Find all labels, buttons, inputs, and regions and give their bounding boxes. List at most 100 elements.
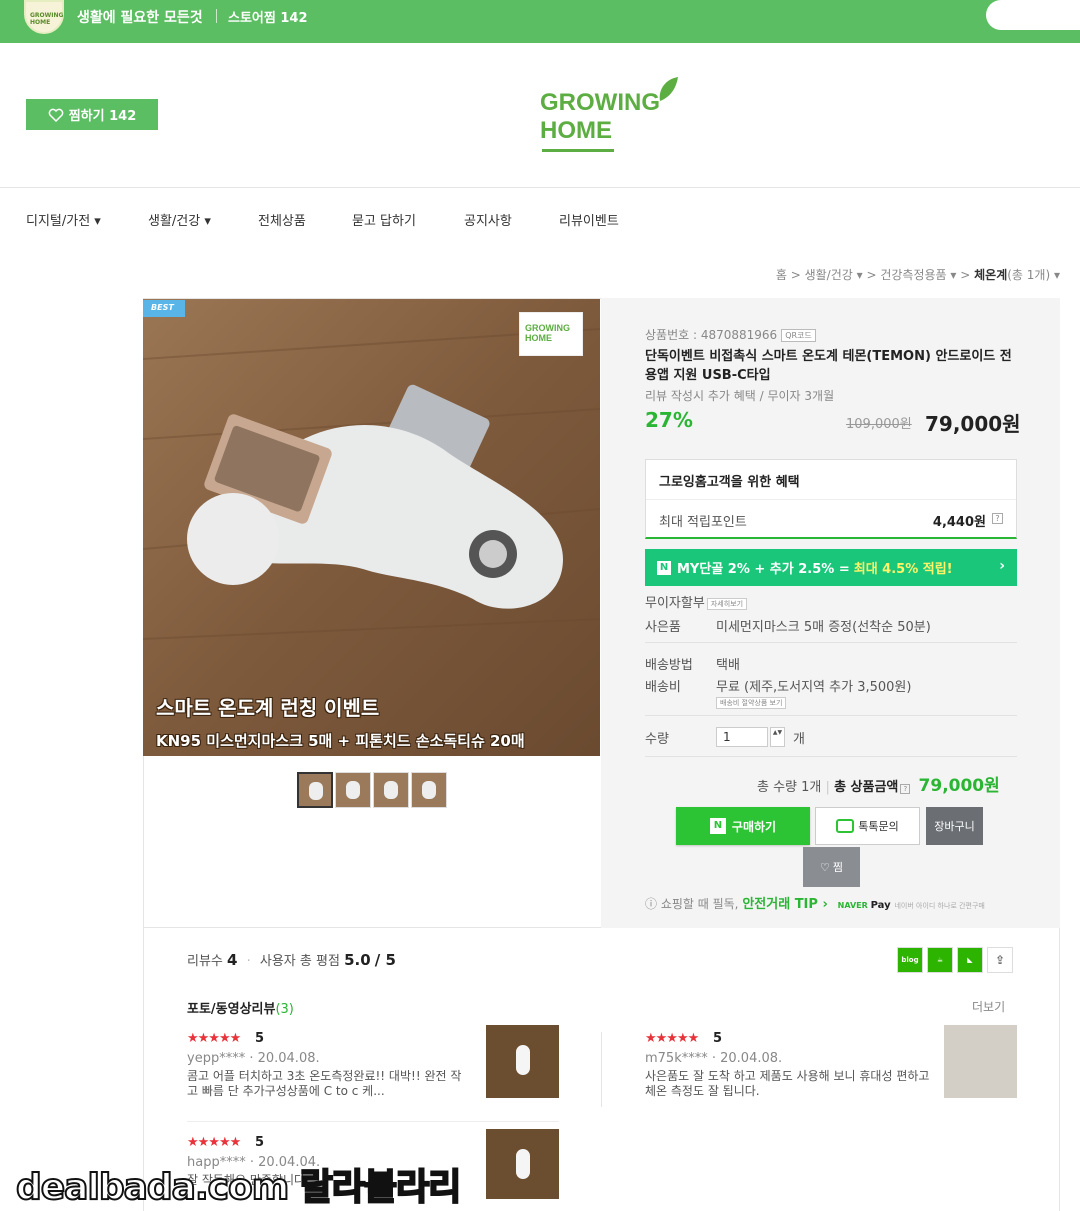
nav-item-digital[interactable]: 디지털/가전 ▾: [26, 210, 101, 229]
product-number: 상품번호 : 4870881966 QR코드: [645, 326, 816, 343]
npay-banner-text: MY단골 2% + 추가 2.5% =: [677, 562, 850, 577]
cafe-share-icon[interactable]: ☕: [927, 947, 953, 973]
store-logo-text: GROWING HOME: [30, 12, 64, 26]
talk-button-label: 톡톡문의: [858, 820, 899, 833]
review-text: 콤고 어플 터치하고 3초 온도측정완료!! 대박!! 완전 작고 빠름 단 추…: [187, 1069, 462, 1098]
installment-label: 무이자할부: [645, 596, 705, 611]
review-photo[interactable]: [944, 1025, 1017, 1098]
divider: [645, 642, 1017, 643]
band-share-icon[interactable]: ◣: [957, 947, 983, 973]
help-icon[interactable]: ?: [900, 784, 911, 794]
heart-icon: ♡: [820, 860, 830, 874]
review-photo[interactable]: [486, 1025, 559, 1098]
store-tagline[interactable]: 생활에 필요한 모든것: [77, 7, 203, 27]
buy-button[interactable]: N 구매하기: [676, 807, 810, 845]
blog-share-icon[interactable]: blog: [897, 947, 923, 973]
quantity-stepper[interactable]: ▲▼: [770, 727, 785, 747]
qty-label: 수량: [645, 732, 669, 747]
store-fav-count[interactable]: 스토어찜 142: [228, 7, 308, 26]
nav-item-living[interactable]: 생활/건강 ▾: [148, 210, 211, 229]
search-input[interactable]: [986, 0, 1080, 30]
breadcrumb-current[interactable]: 체온계: [974, 268, 1007, 282]
points-label: 최대 적립포인트: [659, 515, 747, 530]
review-summary: 리뷰수 4 · 사용자 총 평점 5.0 / 5: [187, 951, 396, 969]
review-item[interactable]: ★★★★★ 5 m75k**** · 20.04.08. 사은품도 잘 도착 하…: [645, 1025, 1017, 1111]
naver-pay-pay: Pay: [870, 900, 891, 911]
wishlist-button[interactable]: ♡ 찜: [803, 847, 860, 887]
thumbnail[interactable]: [411, 772, 447, 808]
review-meta: m75k**** · 20.04.08.: [645, 1051, 783, 1066]
product-number-text: 상품번호 : 4870881966: [645, 328, 778, 342]
ship-method-value: 택배: [716, 658, 740, 673]
share-icons: blog ☕ ◣ ⇪: [897, 947, 1013, 973]
naver-pay-desc: 네이버 아이디 하나로 간편구매: [894, 902, 985, 910]
breadcrumb: 홈 > 생활/건강 ▾ > 건강측정용품 ▾ > 체온계(총 1개) ▾: [775, 268, 1060, 282]
divider: [187, 1121, 559, 1122]
thumbnail[interactable]: [335, 772, 371, 808]
zzim-button[interactable]: 찜하기 142: [26, 99, 158, 130]
rating-label: 사용자 총 평점: [259, 954, 340, 969]
naver-pay-naver: NAVER: [837, 901, 868, 910]
qr-code-button[interactable]: QR코드: [781, 329, 816, 342]
image-brand-logo: GROWING HOME: [519, 312, 583, 356]
ship-fee-row: 배송비 절약상품 보기: [714, 695, 787, 710]
review-score: 5: [713, 1031, 723, 1046]
benefit-box: 그로잉홈고객을 위한 혜택 최대 적립포인트 4,440원 ?: [645, 459, 1017, 539]
nav-item-qna[interactable]: 묻고 답하기: [352, 210, 416, 229]
help-icon[interactable]: ?: [992, 513, 1003, 524]
more-link[interactable]: 더보기: [972, 998, 1005, 1015]
wishlist-button-label: 찜: [832, 861, 843, 874]
watermark: dealbada.com 랄라블라리: [15, 1166, 462, 1209]
share-icon[interactable]: ⇪: [987, 947, 1013, 973]
product-subtitle: 리뷰 작성시 추가 혜택 / 무이자 3개월: [645, 389, 835, 403]
installment-detail-button[interactable]: 자세히보기: [706, 598, 748, 610]
cart-button[interactable]: 장바구니: [926, 807, 983, 845]
nav-item-notice[interactable]: 공지사항: [464, 210, 512, 229]
brand-line2: HOME: [540, 117, 612, 144]
top-bar: GROWING HOME 생활에 필요한 모든것 스토어찜 142: [0, 0, 1080, 43]
image-brand-text: GROWING HOME: [525, 323, 570, 343]
nav-item-all[interactable]: 전체상품: [258, 210, 306, 229]
review-text: 사은품도 잘 도착 하고 제품도 사용해 보니 휴대성 편하고 체온 측정도 잘…: [645, 1069, 930, 1098]
safe-tip-link[interactable]: 안전거래 TIP ›: [742, 897, 827, 912]
review-item[interactable]: ★★★★★ 5 yepp**** · 20.04.08. 콤고 어플 터치하고 …: [187, 1025, 559, 1111]
brand-line1: GROWING: [540, 89, 660, 116]
divider: [645, 715, 1017, 716]
rating-max: / 5: [374, 951, 396, 969]
divider: [601, 1032, 602, 1107]
leaf-icon: [659, 77, 678, 101]
brand-logo[interactable]: GROWING HOME: [540, 75, 690, 155]
photo-review-title: 포토/동영상리뷰(3): [187, 998, 294, 1017]
store-logo[interactable]: GROWING HOME: [24, 0, 64, 34]
divider: [645, 756, 1017, 757]
buy-button-label: 구매하기: [731, 819, 777, 834]
npay-points-banner[interactable]: N MY단골 2% + 추가 2.5% = 최대 4.5% 적립! ›: [645, 549, 1017, 586]
review-photo[interactable]: [486, 1129, 559, 1199]
qty-unit: 개: [793, 732, 805, 747]
brand-underline: [542, 149, 614, 152]
product-main-image[interactable]: [143, 299, 600, 756]
chat-icon: [836, 819, 855, 833]
naver-n-icon: N: [709, 818, 726, 834]
total-qty: 총 수량 1개: [757, 780, 822, 795]
photo-review-count: (3): [275, 1002, 294, 1017]
breadcrumb-home[interactable]: 홈: [776, 268, 787, 282]
safe-tip-prefix: ⓘ 쇼핑할 때 필독,: [645, 897, 739, 911]
breadcrumb-level1[interactable]: 생활/건강: [805, 268, 853, 282]
talk-inquiry-button[interactable]: 톡톡문의: [815, 807, 920, 845]
heart-plus-icon: [48, 108, 64, 122]
divider: [646, 499, 1016, 500]
thumbnail[interactable]: [297, 772, 333, 808]
gift-label: 사은품: [645, 620, 681, 635]
star-rating: ★★★★★: [645, 1031, 699, 1046]
breadcrumb-level2[interactable]: 건강측정용품: [880, 268, 946, 282]
thumbnail[interactable]: [373, 772, 409, 808]
rating-value: 5.0: [344, 951, 371, 969]
ship-save-button[interactable]: 배송비 절약상품 보기: [716, 697, 787, 709]
review-count: 4: [227, 951, 238, 969]
quantity-input[interactable]: 1: [716, 727, 768, 747]
star-rating: ★★★★★: [187, 1135, 241, 1150]
points-value: 4,440원: [932, 515, 986, 530]
zzim-button-label: 찜하기 142: [68, 109, 137, 124]
nav-item-review-event[interactable]: 리뷰이벤트: [559, 210, 619, 229]
